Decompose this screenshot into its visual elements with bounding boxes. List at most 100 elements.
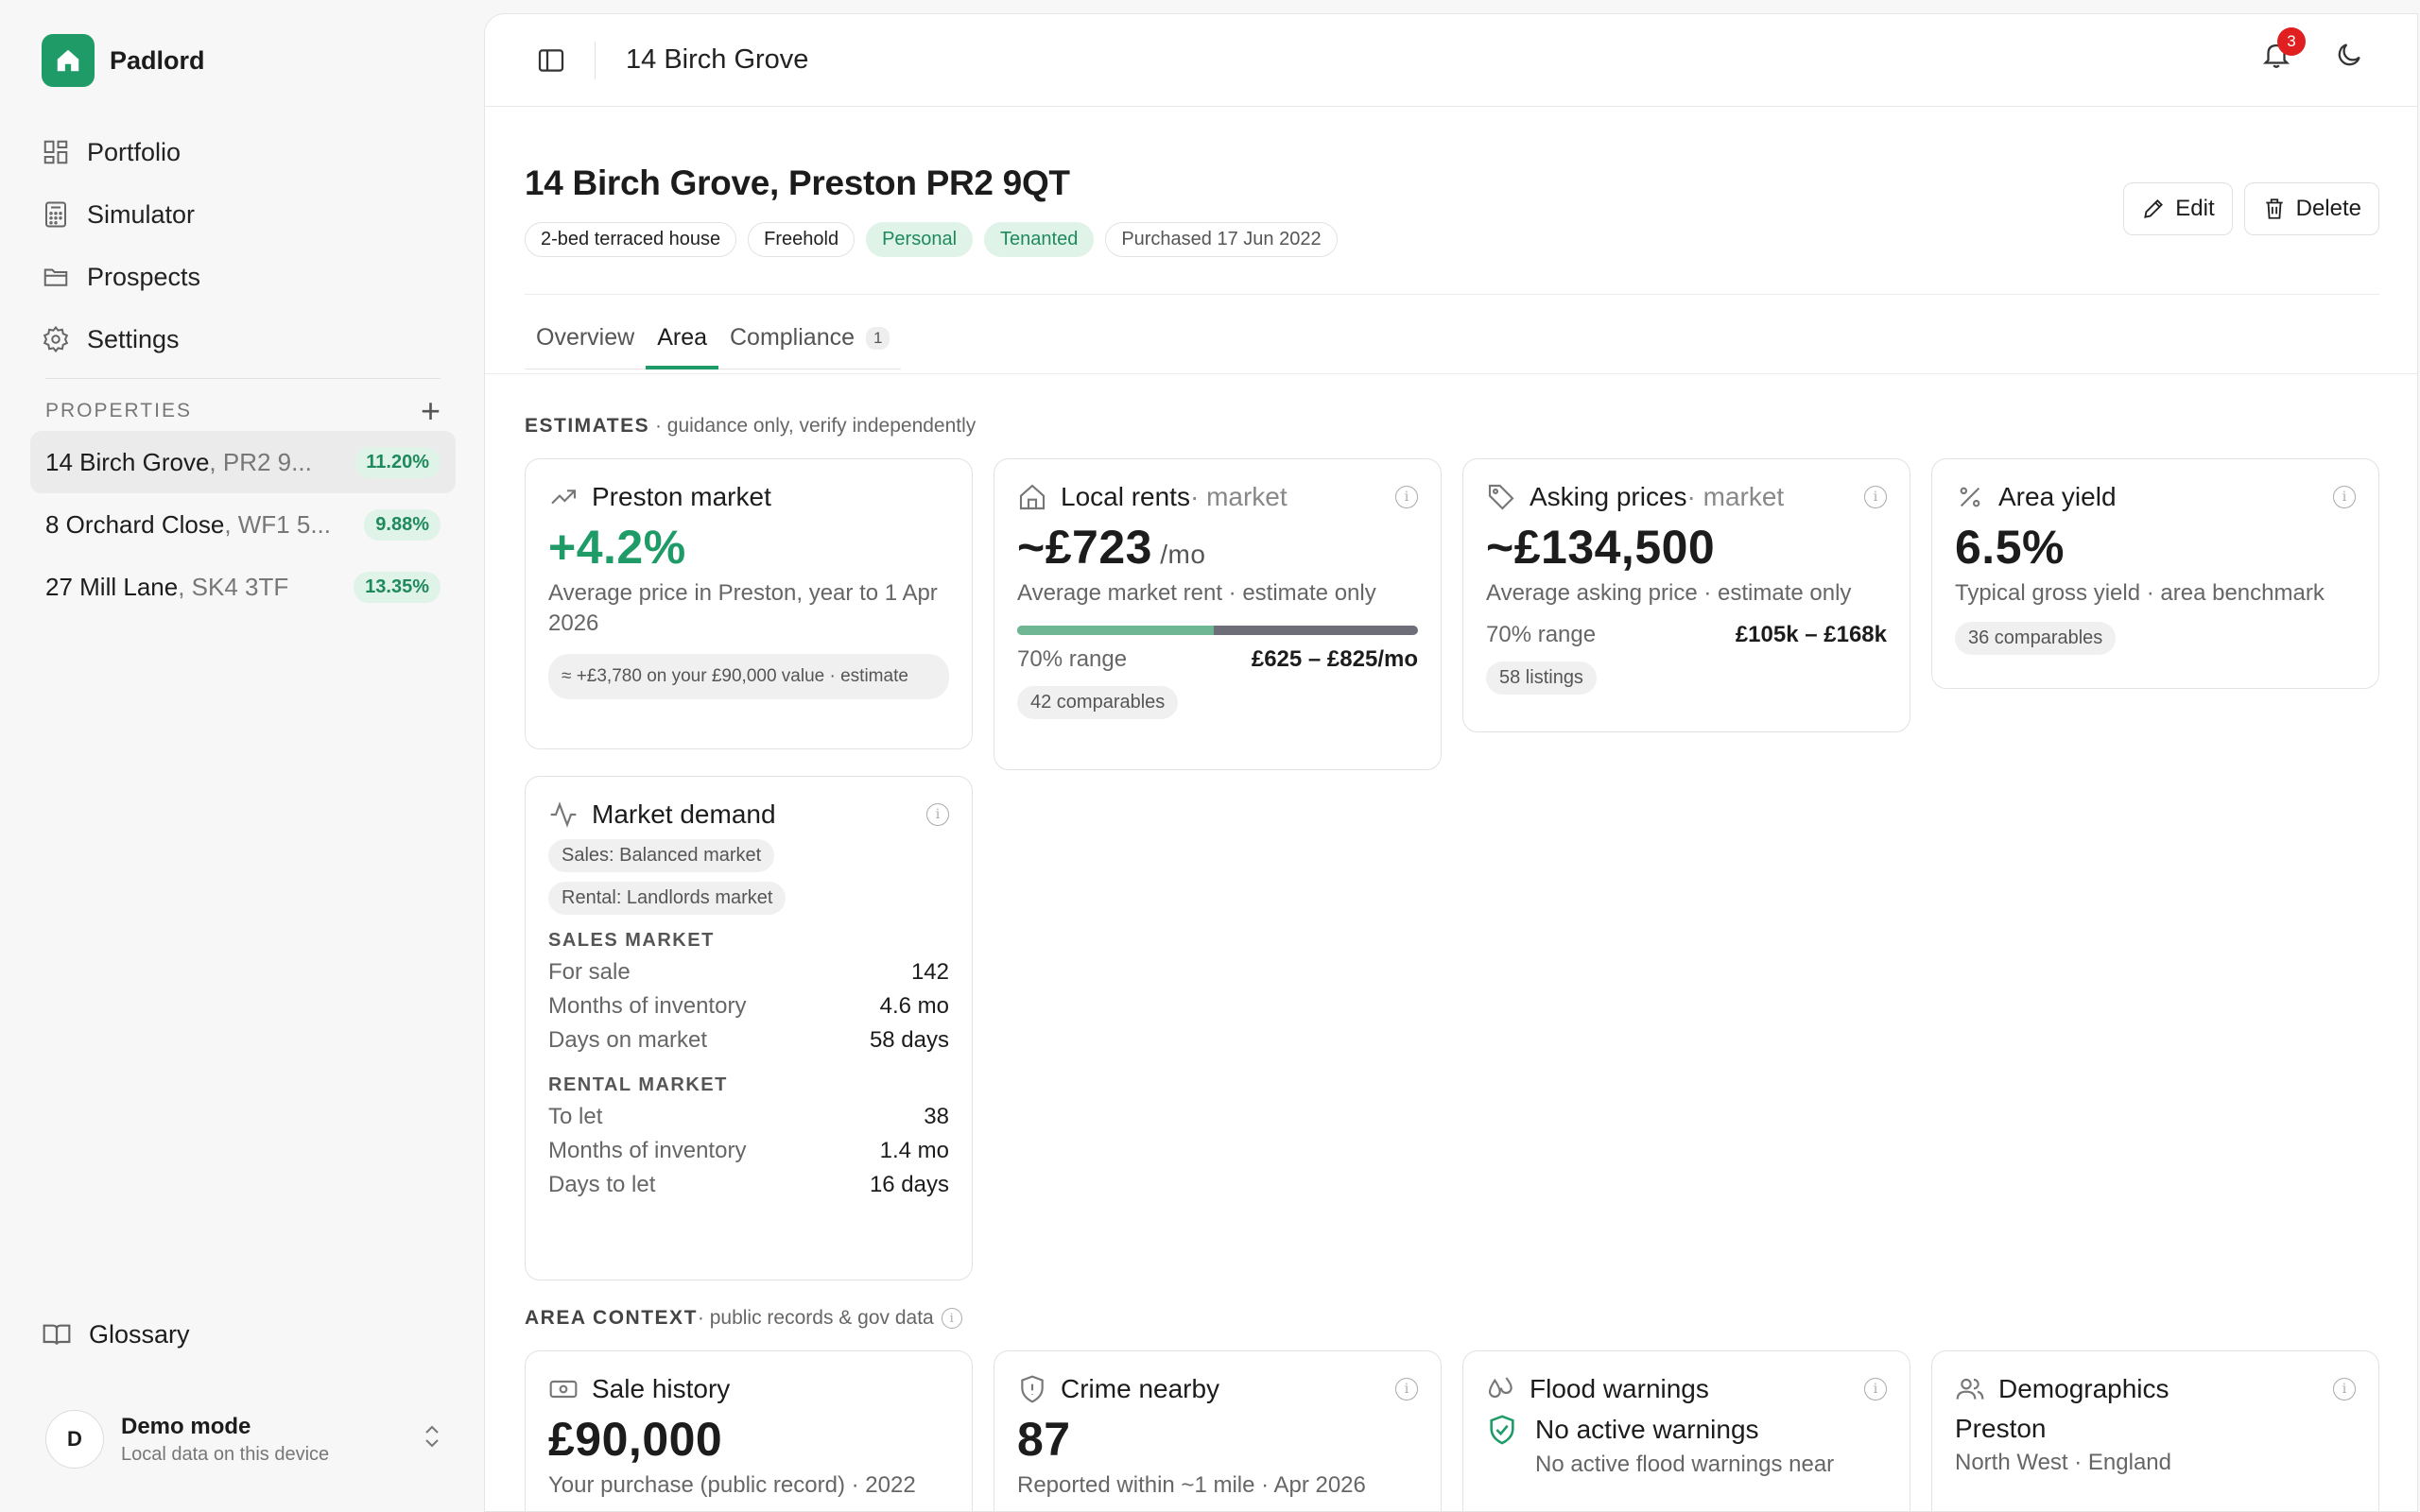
chip-ownership: Personal — [866, 222, 974, 257]
property-item[interactable]: 27 Mill Lane, SK4 3TF 13.35% — [30, 556, 456, 618]
home-icon — [42, 34, 95, 87]
demographics-card: Demographics i Preston North West · Engl… — [1931, 1350, 2379, 1511]
info-icon[interactable]: i — [1395, 486, 1418, 508]
kv-row: For sale 142 — [548, 959, 949, 985]
kv-row: Days to let 16 days — [548, 1172, 949, 1197]
nav-label: Prospects — [87, 262, 201, 291]
rental-market-tag: Rental: Landlords market — [548, 882, 786, 915]
notification-badge: 3 — [2277, 27, 2306, 56]
tab-compliance[interactable]: Compliance 1 — [718, 313, 901, 369]
chip-type: 2-bed terraced house — [525, 222, 737, 257]
sidebar: Padlord Portfolio Simulator Prospects Se… — [0, 0, 482, 1512]
chip-purchased: Purchased 17 Jun 2022 — [1105, 222, 1338, 257]
tab-area[interactable]: Area — [646, 313, 718, 369]
asking-value: ~£134,500 — [1486, 521, 1716, 574]
property-item[interactable]: 8 Orchard Close, WF1 5... 9.88% — [30, 493, 456, 556]
kv-row: Months of inventory 1.4 mo — [548, 1138, 949, 1163]
info-icon[interactable]: i — [941, 1308, 962, 1329]
main-nav: Portfolio Simulator Prospects Settings — [42, 121, 458, 370]
percent-icon — [1960, 487, 1980, 507]
comparables-badge: 36 comparables — [1955, 622, 2117, 655]
sale-value: £90,000 — [548, 1413, 723, 1466]
info-icon[interactable]: i — [1864, 1378, 1887, 1400]
value-impact-note: ≈ +£3,780 on your £90,000 value · estima… — [548, 654, 949, 699]
yield-value: 6.5% — [1955, 521, 2065, 574]
info-icon[interactable]: i — [2333, 1378, 2356, 1400]
info-icon[interactable]: i — [1395, 1378, 1418, 1400]
nav-item-portfolio[interactable]: Portfolio — [42, 121, 458, 183]
listings-badge: 58 listings — [1486, 662, 1597, 695]
rent-range-bar — [1017, 626, 1418, 635]
sidebar-toggle-icon[interactable] — [536, 45, 566, 76]
area-context-label: AREA CONTEXT · public records & gov data… — [525, 1307, 962, 1330]
demo-subtitle: Local data on this device — [121, 1443, 330, 1465]
topbar: 14 Birch Grove 3 — [485, 14, 2417, 107]
nav-item-prospects[interactable]: Prospects — [42, 246, 458, 308]
nav-label: Portfolio — [87, 137, 182, 166]
yield-card: Area yield i 6.5% Typical gross yield · … — [1931, 458, 2379, 689]
estimates-label: ESTIMATES · guidance only, verify indepe… — [525, 415, 977, 437]
rent-value: ~£723 — [1017, 521, 1152, 574]
info-icon[interactable]: i — [2333, 486, 2356, 508]
shield-check-icon — [1490, 1415, 1514, 1445]
brand[interactable]: Padlord — [42, 34, 205, 87]
demo-title: Demo mode — [121, 1413, 251, 1439]
moon-icon[interactable] — [2334, 40, 2364, 70]
add-property-button[interactable]: + — [421, 394, 441, 428]
avatar: D — [45, 1410, 104, 1469]
flood-card: Flood warnings i No active warnings No a… — [1462, 1350, 1910, 1511]
shield-icon — [1021, 1375, 1044, 1403]
info-icon[interactable]: i — [1864, 486, 1887, 508]
droplets-icon — [1488, 1377, 1512, 1398]
nav-item-settings[interactable]: Settings — [42, 308, 458, 370]
nav-label: Simulator — [87, 199, 196, 229]
breadcrumb-title: 14 Birch Grove — [626, 44, 809, 75]
gear-icon — [43, 325, 69, 353]
delete-button[interactable]: Delete — [2243, 182, 2379, 235]
main-panel: 14 Birch Grove 3 14 Birch Grove, Preston… — [484, 13, 2418, 1512]
property-item[interactable]: 14 Birch Grove, PR2 9... 11.20% — [30, 431, 456, 493]
chip-tenure: Freehold — [748, 222, 856, 257]
crime-count: 87 — [1017, 1413, 1071, 1466]
chip-status: Tenanted — [984, 222, 1095, 257]
pencil-icon — [2144, 199, 2164, 218]
demographics-place: Preston — [1955, 1414, 2047, 1443]
account-switcher[interactable]: D Demo mode Local data on this device — [45, 1410, 442, 1469]
yield-badge: 13.35% — [354, 571, 441, 603]
banknote-icon — [549, 1380, 578, 1399]
crime-card: Crime nearby i 87 Reported within ~1 mil… — [994, 1350, 1442, 1511]
tab-count-badge: 1 — [866, 326, 890, 350]
trash-icon — [2265, 198, 2283, 219]
tab-overview[interactable]: Overview — [525, 313, 646, 369]
rents-card: Local rents · market i ~£723 /mo Average… — [994, 458, 1442, 770]
tab-bar: Overview Area Compliance 1 — [525, 313, 902, 369]
nav-item-simulator[interactable]: Simulator — [42, 183, 458, 246]
kv-row: Days on market 58 days — [548, 1027, 949, 1053]
kv-row: Months of inventory 4.6 mo — [548, 993, 949, 1019]
activity-icon — [550, 801, 577, 828]
page-header: 14 Birch Grove, Preston PR2 9QT 2-bed te… — [525, 163, 2379, 369]
notifications-button[interactable]: 3 — [2260, 27, 2306, 71]
folder-icon — [43, 268, 68, 286]
market-card: Preston market +4.2% Average price in Pr… — [525, 458, 973, 749]
info-icon[interactable]: i — [926, 803, 949, 826]
kv-row: To let 38 — [548, 1104, 949, 1129]
tag-icon — [1488, 484, 1514, 510]
edit-button[interactable]: Edit — [2123, 182, 2233, 235]
calculator-icon — [45, 201, 66, 228]
yield-badge: 11.20% — [354, 446, 441, 478]
yield-badge: 9.88% — [364, 508, 441, 541]
property-chips: 2-bed terraced house Freehold Personal T… — [525, 222, 2379, 257]
brand-name: Padlord — [110, 45, 205, 75]
chevron-updown-icon — [422, 1422, 442, 1457]
house-icon — [1019, 484, 1046, 510]
rent-range-fill — [1017, 626, 1214, 635]
page-title: 14 Birch Grove, Preston PR2 9QT — [525, 163, 1070, 202]
sale-history-card: Sale history £90,000 Your purchase (publ… — [525, 1350, 973, 1511]
sales-market-tag: Sales: Balanced market — [548, 839, 775, 872]
glossary-link[interactable]: Glossary — [42, 1319, 190, 1349]
glossary-label: Glossary — [89, 1319, 190, 1349]
market-change: +4.2% — [548, 521, 686, 574]
book-icon — [43, 1324, 71, 1345]
nav-label: Settings — [87, 324, 180, 353]
